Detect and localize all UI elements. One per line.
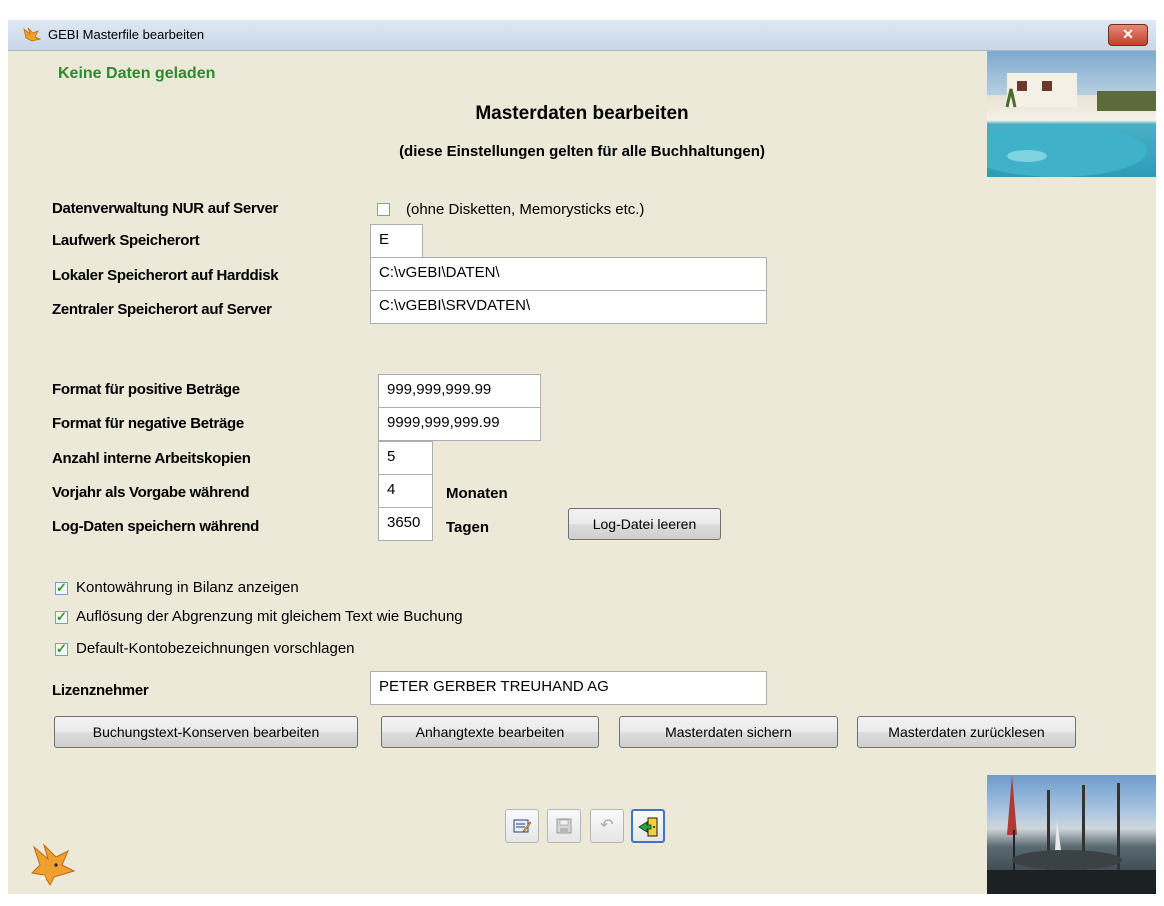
edit-icon[interactable]	[505, 809, 539, 843]
licensee-label: Lizenznehmer	[52, 682, 149, 699]
log-days-unit: Tagen	[446, 519, 490, 536]
server-only-checkbox[interactable]	[377, 203, 390, 216]
prev-year-field[interactable]: 4	[378, 474, 433, 508]
save-icon	[547, 809, 581, 843]
format-positive-field[interactable]: 999,999,999.99	[378, 374, 541, 408]
server-only-label: Datenverwaltung NUR auf Server	[52, 200, 279, 217]
close-button[interactable]: ✕	[1108, 24, 1148, 46]
server-path-label: Zentraler Speicherort auf Server	[52, 301, 272, 318]
reload-master-button[interactable]: Masterdaten zurücklesen	[857, 716, 1076, 748]
log-days-label: Log-Daten speichern während	[52, 518, 259, 535]
form-area: Keine Daten geladen Masterdaten bearbeit…	[8, 51, 1156, 894]
server-only-note: (ohne Disketten, Memorysticks etc.)	[406, 201, 645, 218]
option-accrual-label: Auflösung der Abgrenzung mit gleichem Te…	[76, 608, 463, 625]
option-default-names-label: Default-Kontobezeichnungen vorschlagen	[76, 640, 355, 657]
fox-logo-icon	[23, 27, 42, 42]
undo-icon: ↶	[590, 809, 624, 843]
licensee-field[interactable]: PETER GERBER TREUHAND AG	[370, 671, 767, 705]
local-path-label: Lokaler Speicherort auf Harddisk	[52, 267, 279, 284]
prev-year-label: Vorjahr als Vorgabe während	[52, 484, 250, 501]
page-title: Masterdaten bearbeiten	[475, 103, 689, 124]
option-accrual-checkbox[interactable]	[55, 609, 68, 625]
option-currency-checkbox[interactable]	[55, 580, 68, 596]
drive-label: Laufwerk Speicherort	[52, 232, 200, 249]
clear-log-button[interactable]: Log-Datei leeren	[568, 508, 721, 540]
pool-photo	[987, 51, 1156, 177]
exit-icon[interactable]	[631, 809, 665, 843]
title-bar: GEBI Masterfile bearbeiten ✕	[8, 20, 1156, 51]
prev-year-unit: Monaten	[446, 485, 508, 502]
save-master-button[interactable]: Masterdaten sichern	[619, 716, 838, 748]
terrace-photo	[987, 775, 1156, 894]
fox-mascot-icon	[30, 843, 76, 887]
local-path-field[interactable]: C:\vGEBI\DATEN\	[370, 257, 767, 291]
log-days-field[interactable]: 3650	[378, 507, 433, 541]
window-title: GEBI Masterfile bearbeiten	[48, 27, 205, 42]
appendix-texts-button[interactable]: Anhangtexte bearbeiten	[381, 716, 599, 748]
format-negative-field[interactable]: 9999,999,999.99	[378, 407, 541, 441]
drive-field[interactable]: E	[370, 224, 423, 258]
page-subtitle: (diese Einstellungen gelten für alle Buc…	[399, 143, 765, 160]
format-positive-label: Format für positive Beträge	[52, 381, 240, 398]
status-text: Keine Daten geladen	[58, 65, 216, 82]
work-copies-field[interactable]: 5	[378, 441, 433, 475]
server-path-field[interactable]: C:\vGEBI\SRVDATEN\	[370, 290, 767, 324]
booking-texts-button[interactable]: Buchungstext-Konserven bearbeiten	[54, 716, 358, 748]
option-currency-label: Kontowährung in Bilanz anzeigen	[76, 579, 299, 596]
option-default-names-checkbox[interactable]	[55, 641, 68, 657]
app-window: GEBI Masterfile bearbeiten ✕ Keine Daten…	[0, 0, 1164, 906]
format-negative-label: Format für negative Beträge	[52, 415, 244, 432]
work-copies-label: Anzahl interne Arbeitskopien	[52, 450, 251, 467]
